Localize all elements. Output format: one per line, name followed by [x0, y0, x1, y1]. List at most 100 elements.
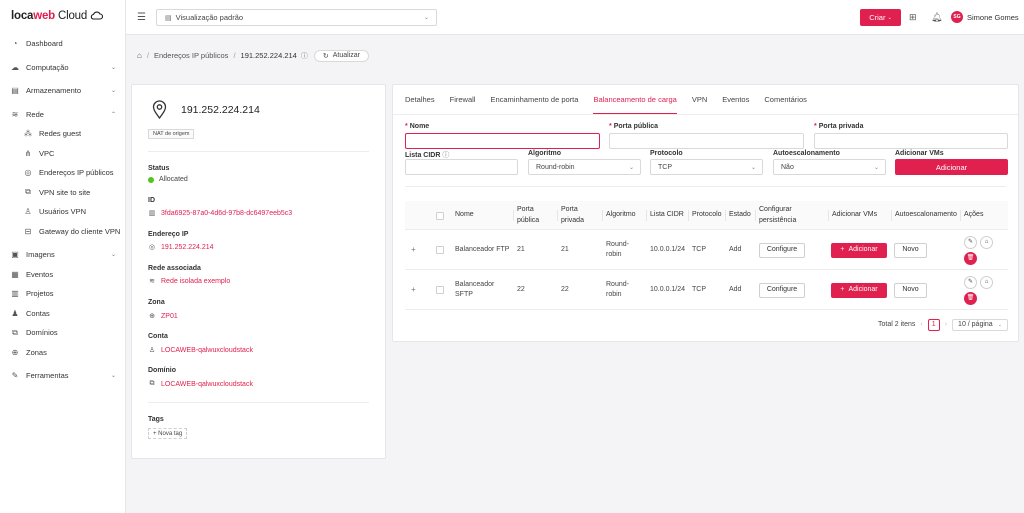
cloud-logo-icon — [90, 11, 104, 20]
col-persistencia: Configurar persistência — [755, 201, 796, 230]
tab-eventos[interactable]: Eventos — [722, 95, 749, 114]
user-name[interactable]: Simone Gomes — [967, 13, 1019, 22]
globe-icon: ⊕ — [11, 347, 19, 357]
chevron-right-icon[interactable]: › — [945, 321, 947, 328]
configure-button[interactable]: Configure — [759, 282, 805, 298]
cell-protocol: TCP — [692, 245, 706, 253]
sidebar-item-vpc[interactable]: ⋔ VPC — [0, 144, 126, 164]
autoscale-label: Autoescalonamento — [773, 150, 840, 157]
sidebar-item-projetos[interactable]: ▥ Projetos — [0, 284, 126, 304]
chevron-left-icon[interactable]: ‹ — [920, 321, 922, 328]
cell-autoscale: Novo — [894, 230, 927, 270]
sidebar-item-usuarios-vpn[interactable]: ♙ Usuários VPN — [0, 202, 126, 222]
view-select[interactable]: ▤ Visualização padrão ⌄ — [156, 9, 437, 26]
add-rule-button[interactable]: Adicionar — [895, 159, 1008, 175]
page-size-value: 10 / página — [958, 321, 993, 328]
page-number[interactable]: 1 — [927, 318, 940, 331]
create-button[interactable]: Criar ⌄ — [860, 9, 901, 26]
edit-icon[interactable]: ✎ — [964, 235, 977, 249]
sidebar-item-imagens[interactable]: ▣ Imagens ⌄ — [0, 245, 126, 265]
tab-balanceamento[interactable]: Balanceamento de carga — [593, 95, 677, 114]
new-autoscale-button[interactable]: Novo — [894, 242, 927, 258]
add-vms-button[interactable]: + Adicionar — [831, 242, 887, 258]
pagination-total: Total 2 itens — [878, 321, 916, 328]
cidr-input[interactable] — [405, 159, 518, 175]
tab-vpn[interactable]: VPN — [692, 95, 707, 114]
zone-value[interactable]: ⊕ ZP01 — [148, 312, 178, 321]
col-acoes: Ações — [960, 201, 983, 230]
breadcrumb-parent[interactable]: Endereços IP públicos — [154, 51, 229, 60]
sidebar-item-contas[interactable]: ♟ Contas — [0, 304, 126, 324]
create-button-label: Criar — [869, 13, 886, 22]
location-icon: ◎ — [24, 168, 32, 178]
sidebar-item-enderecos-ip[interactable]: ◎ Endereços IP públicos — [0, 163, 126, 183]
avatar[interactable]: SG — [951, 11, 963, 23]
domain-value[interactable]: ⧉ LOCAWEB-qalwuxcloudstack — [148, 380, 253, 388]
chevron-down-icon: ⌄ — [110, 88, 116, 95]
add-vms-button[interactable]: + Adicionar — [831, 282, 887, 298]
sidebar-item-label: Usuários VPN — [39, 207, 87, 217]
autoscale-select[interactable]: Não ⌄ — [773, 159, 886, 175]
load-balancer-card: Detalhes Firewall Encaminhamento de port… — [392, 84, 1019, 342]
brand-logo[interactable]: locaweb Cloud — [11, 10, 104, 22]
question-icon[interactable]: ⓘ — [301, 51, 308, 61]
home-icon[interactable]: ⌂ — [137, 51, 142, 60]
address-value[interactable]: ◎ 191.252.224.214 — [148, 243, 214, 252]
vpn-icon: ⧉ — [25, 187, 31, 197]
menu-toggle-icon[interactable]: ☰ — [137, 12, 146, 23]
location-pin-icon — [152, 100, 167, 119]
cell-autoscale: Novo — [894, 270, 927, 310]
delete-icon[interactable]: 🗑︎ — [964, 251, 977, 265]
image-icon: ▣ — [11, 250, 19, 260]
chevron-down-icon: ⌄ — [887, 14, 892, 21]
expand-icon[interactable]: + — [411, 270, 416, 310]
sidebar-item-armazenamento[interactable]: ▤ Armazenamento ⌄ — [0, 81, 126, 101]
network-value[interactable]: ≋ Rede isolada exemplo — [148, 277, 230, 286]
id-value[interactable]: ▥ 3fda6925-87a0-4d6d-97b8-dc6497eeb5c3 — [148, 209, 292, 218]
col-estado: Estado — [725, 201, 751, 230]
page-size-select[interactable]: 10 / página ⌄ — [952, 318, 1008, 331]
select-all-checkbox[interactable] — [436, 201, 444, 230]
public-port-input[interactable] — [609, 133, 804, 149]
new-autoscale-button[interactable]: Novo — [894, 282, 927, 298]
expand-icon[interactable]: + — [411, 230, 416, 270]
info-icon[interactable]: ⓘ — [442, 152, 449, 159]
row-checkbox[interactable] — [436, 230, 444, 270]
tab-firewall[interactable]: Firewall — [450, 95, 476, 114]
private-port-input[interactable] — [814, 133, 1008, 149]
globe-icon: ⊕ — [149, 313, 155, 320]
sidebar-item-rede[interactable]: ≋ Rede ⌃ — [0, 105, 126, 125]
row-checkbox[interactable] — [436, 270, 444, 310]
sidebar-item-redes-guest[interactable]: ⁂ Redes guest — [0, 124, 126, 144]
account-value[interactable]: ♙ LOCAWEB-qalwuxcloudstack — [148, 346, 253, 355]
project-switch-icon[interactable]: ⊞ — [909, 12, 917, 23]
refresh-button[interactable]: ↻ Atualizar — [313, 49, 369, 62]
tag-icon[interactable]: ⌂ — [980, 275, 993, 289]
sidebar-item-computacao[interactable]: ☁ Computação ⌄ — [0, 58, 126, 78]
delete-icon[interactable]: 🗑︎ — [964, 291, 977, 305]
tab-comentarios[interactable]: Comentários — [764, 95, 807, 114]
new-tag-button[interactable]: + Nova tag — [148, 428, 188, 439]
algorithm-select[interactable]: Round-robin ⌄ — [528, 159, 641, 175]
edit-icon[interactable]: ✎ — [964, 275, 977, 289]
sidebar-nav: ◔ Dashboard ☁ Computação ⌄ ▤ Armazenamento ⌄ … — [0, 34, 126, 386]
configure-button[interactable]: Configure — [759, 242, 805, 258]
account-text: LOCAWEB-qalwuxcloudstack — [161, 346, 253, 354]
tab-encaminhamento[interactable]: Encaminhamento de porta — [490, 95, 578, 114]
sidebar-item-dashboard[interactable]: ◔ Dashboard — [0, 34, 126, 54]
bell-icon[interactable]: 🔔︎ — [931, 12, 942, 23]
name-input[interactable] — [405, 133, 600, 149]
sidebar-item-zonas[interactable]: ⊕ Zonas — [0, 343, 126, 363]
sidebar-item-dominios[interactable]: ⧉ Domínios — [0, 323, 126, 343]
domain-label: Domínio — [148, 367, 176, 374]
sidebar-item-label: Domínios — [26, 328, 58, 338]
protocol-select[interactable]: TCP ⌄ — [650, 159, 763, 175]
sidebar-item-gateway-vpn[interactable]: ⊟ Gateway do cliente VPN — [0, 222, 126, 242]
sidebar-item-ferramentas[interactable]: ✎ Ferramentas ⌄ — [0, 366, 126, 386]
tag-icon[interactable]: ⌂ — [980, 235, 993, 249]
sidebar-item-vpn-site[interactable]: ⧉ VPN site to site — [0, 183, 126, 203]
cell-public-port: 22 — [517, 285, 525, 293]
sidebar: locaweb Cloud ◔ Dashboard ☁ Computação ⌄ ▤ A… — [0, 0, 126, 513]
tab-detalhes[interactable]: Detalhes — [405, 95, 435, 114]
sidebar-item-eventos[interactable]: ▦ Eventos — [0, 265, 126, 285]
